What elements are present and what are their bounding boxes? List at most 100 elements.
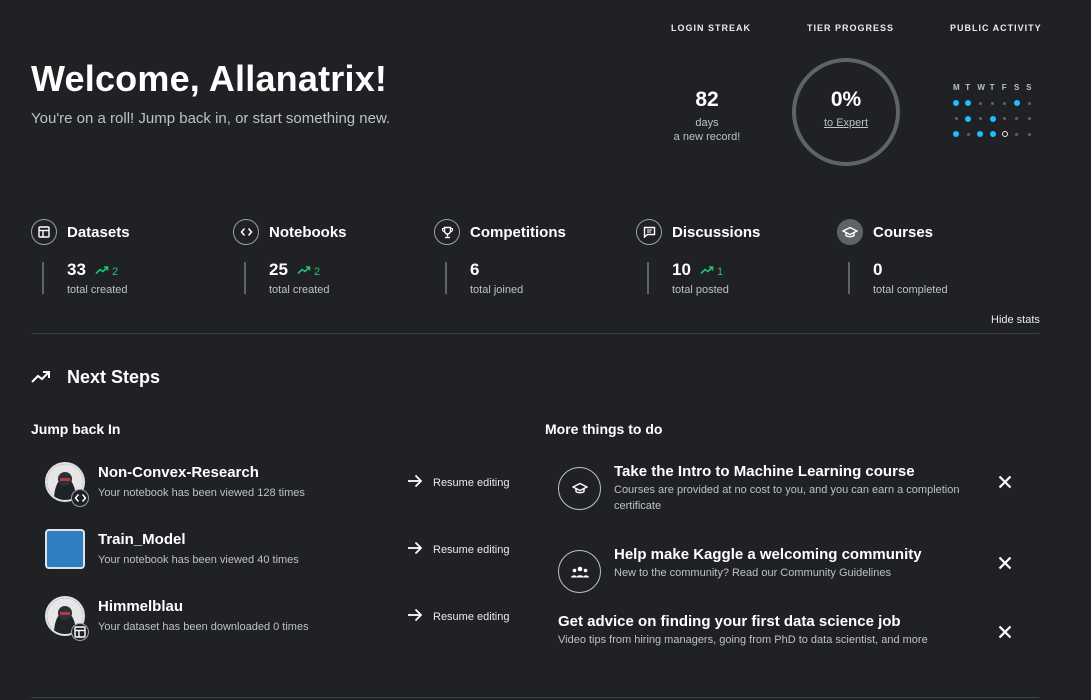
stats-divider: [31, 333, 1039, 334]
activity-dot: [1003, 101, 1007, 105]
jump-back-subtitle: Your notebook has been viewed 128 times: [98, 487, 305, 499]
stat-caption: total completed: [873, 284, 948, 296]
people-icon: [558, 550, 601, 593]
trending-up-icon: [297, 265, 311, 278]
activity-dot: [953, 131, 959, 137]
todo-title[interactable]: Get advice on finding your first data sc…: [558, 613, 901, 630]
activity-dot: [1027, 132, 1031, 136]
arrow-right-icon: [407, 608, 423, 625]
activity-dot: [965, 100, 972, 106]
activity-dot: [954, 117, 958, 120]
arrow-right-icon: [407, 541, 423, 558]
resume-editing-button[interactable]: Resume editing: [407, 608, 509, 625]
stat-value: 6: [470, 260, 480, 279]
more-things-title: More things to do: [545, 421, 663, 437]
activity-dot: [1003, 117, 1007, 120]
stat-delta: 1: [700, 265, 723, 278]
stat-title-courses[interactable]: Courses: [873, 224, 933, 241]
stat-caption: total created: [269, 284, 330, 296]
stat-bar: [244, 262, 246, 294]
activity-day-label: T: [965, 83, 971, 92]
stat-delta-value: 2: [314, 265, 321, 278]
stat-delta-value: 1: [717, 265, 724, 278]
stat-title-competitions[interactable]: Competitions: [470, 224, 566, 241]
todo-description: Video tips from hiring managers, going f…: [558, 634, 928, 646]
welcome-title: Welcome, Allanatrix!: [31, 58, 388, 99]
resume-editing-label: Resume editing: [433, 543, 510, 556]
trending-up-icon: [700, 265, 714, 278]
stat-value: 0: [873, 260, 883, 279]
tier-progress-label: TIER PROGRESS: [807, 23, 895, 33]
activity-dot: [1015, 132, 1019, 136]
stat-bar: [848, 262, 850, 294]
activity-dot: [978, 117, 982, 120]
activity-dot: [965, 115, 972, 122]
activity-dot: [1013, 100, 1020, 106]
stat-delta: 2: [297, 265, 320, 278]
stat-caption: total posted: [672, 284, 729, 296]
jump-back-title[interactable]: Non-Convex-Research: [98, 464, 259, 481]
activity-dot: [1027, 101, 1031, 105]
activity-day-label: M: [953, 83, 960, 92]
arrow-right-icon: [407, 474, 423, 491]
notebook-thumbnail: [45, 529, 85, 569]
stat-delta: 2: [95, 265, 118, 278]
activity-dot: [1015, 117, 1019, 120]
todo-description: Courses are provided at no cost to you, …: [614, 484, 960, 512]
activity-dot: [953, 100, 959, 106]
resume-editing-button[interactable]: Resume editing: [407, 541, 509, 558]
code-icon: [71, 489, 89, 507]
next-steps-title: Next Steps: [67, 367, 161, 387]
resume-editing-label: Resume editing: [433, 610, 510, 623]
stat-value: 25: [269, 260, 288, 279]
tier-target-link[interactable]: to Expert: [792, 117, 900, 129]
tier-progress-percent: 0%: [830, 88, 862, 111]
jump-back-title[interactable]: Himmelblau: [98, 598, 183, 615]
resume-editing-button[interactable]: Resume editing: [407, 474, 509, 491]
activity-dot: [1027, 117, 1031, 120]
table-icon: [71, 623, 89, 641]
activity-day-label: W: [977, 83, 985, 92]
login-streak-unit: days: [695, 117, 719, 129]
stat-value: 10: [672, 260, 691, 279]
graduation-cap-icon: [837, 219, 863, 245]
stat-bar: [647, 262, 649, 294]
welcome-subtitle: You're on a roll! Jump back in, or start…: [31, 110, 391, 127]
stat-caption: total created: [67, 284, 128, 296]
comment-icon: [636, 219, 662, 245]
activity-day-label: S: [1013, 83, 1020, 92]
jump-back-subtitle: Your notebook has been viewed 40 times: [98, 554, 299, 566]
stat-title-datasets[interactable]: Datasets: [67, 224, 130, 241]
todo-description: New to the community? Read our Community…: [614, 567, 891, 579]
close-icon[interactable]: [997, 474, 1013, 490]
jump-back-title[interactable]: Train_Model: [98, 531, 186, 548]
activity-day-label: F: [1001, 83, 1007, 92]
trending-up-icon: [95, 265, 109, 278]
activity-dot: [989, 115, 996, 122]
jump-back-subtitle: Your dataset has been downloaded 0 times: [98, 621, 309, 633]
login-streak-label: LOGIN STREAK: [671, 23, 752, 33]
resume-editing-label: Resume editing: [433, 476, 510, 489]
table-icon: [31, 219, 57, 245]
todo-title[interactable]: Take the Intro to Machine Learning cours…: [614, 463, 915, 480]
activity-dot: [1001, 131, 1008, 137]
login-streak-note: a new record!: [673, 131, 741, 143]
tier-progress-ring: [792, 58, 900, 166]
close-icon[interactable]: [997, 555, 1013, 571]
activity-grid: [953, 100, 1038, 137]
code-icon: [233, 219, 259, 245]
close-icon[interactable]: [997, 624, 1013, 640]
stat-title-notebooks[interactable]: Notebooks: [269, 224, 347, 241]
todo-title[interactable]: Help make Kaggle a welcoming community: [614, 546, 922, 563]
stat-title-discussions[interactable]: Discussions: [672, 224, 760, 241]
stat-value: 33: [67, 260, 86, 279]
bottom-divider: [31, 697, 1039, 698]
activity-day-label: S: [1026, 83, 1032, 92]
activity-dot: [991, 101, 995, 105]
hide-stats-link[interactable]: Hide stats: [991, 314, 1040, 326]
trophy-icon: [434, 219, 460, 245]
stat-bar: [42, 262, 44, 294]
activity-dot: [989, 131, 996, 137]
login-streak-days: 82: [695, 88, 719, 111]
jump-back-title: Jump back In: [31, 421, 121, 437]
